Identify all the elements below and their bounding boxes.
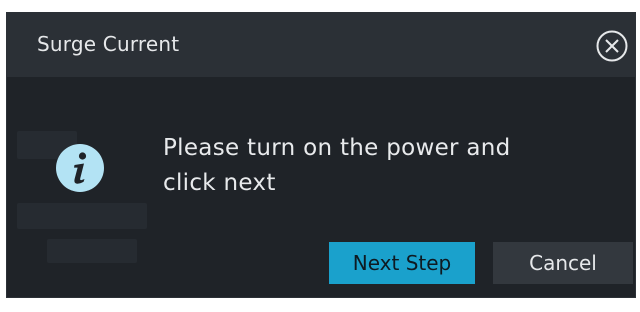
close-button[interactable] bbox=[595, 29, 629, 63]
page: Surge Current Please turn on the power a… bbox=[0, 0, 640, 312]
cancel-button[interactable]: Cancel bbox=[493, 242, 633, 284]
surge-current-dialog: Surge Current Please turn on the power a… bbox=[6, 12, 636, 298]
info-icon bbox=[55, 143, 105, 193]
message-line: Please turn on the power and bbox=[163, 135, 511, 161]
dialog-header: Surge Current bbox=[7, 13, 635, 77]
message-line: click next bbox=[163, 170, 276, 196]
dialog-title: Surge Current bbox=[37, 32, 180, 56]
next-step-button[interactable]: Next Step bbox=[329, 242, 475, 284]
close-circle-icon bbox=[596, 30, 628, 62]
dialog-message: Please turn on the power and click next bbox=[163, 131, 603, 201]
